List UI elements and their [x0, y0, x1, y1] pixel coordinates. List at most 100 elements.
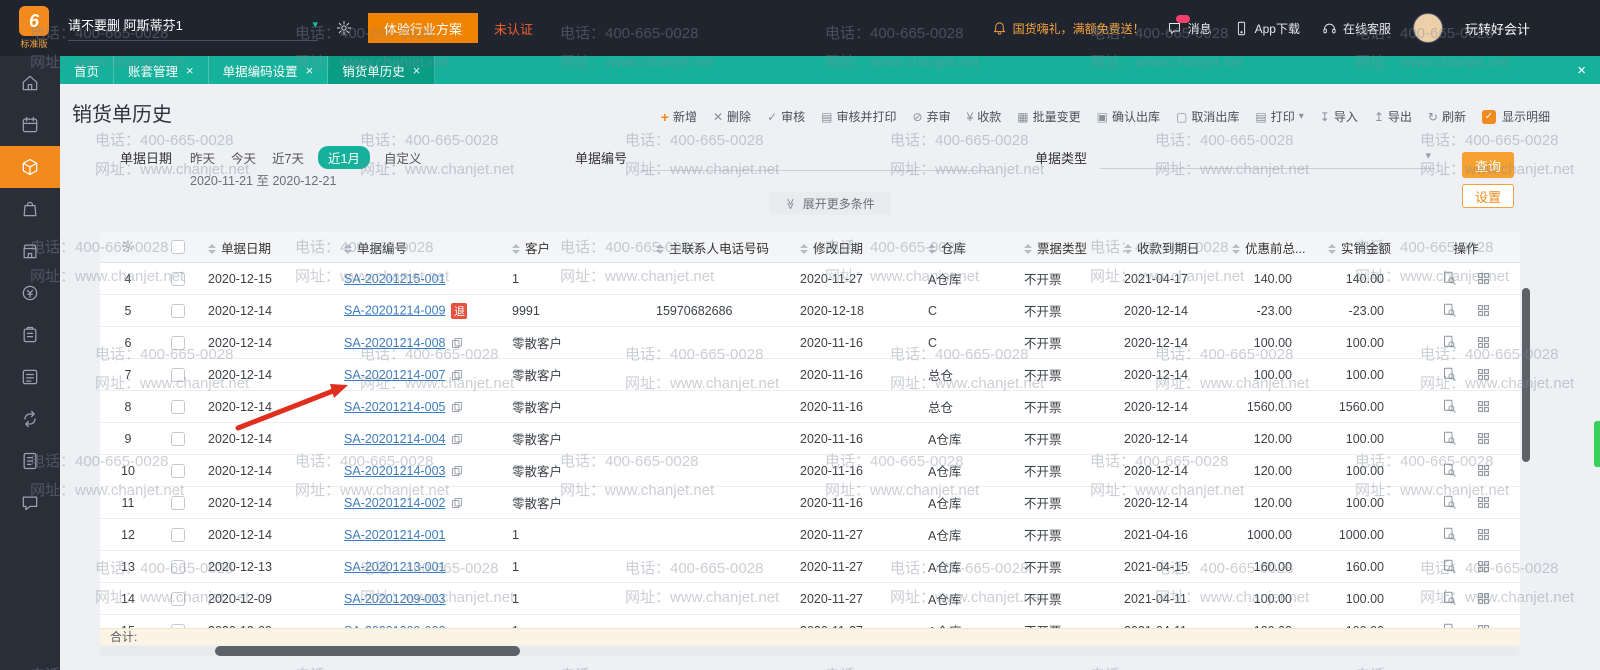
- order-code-link[interactable]: SA-20201214-009: [344, 303, 445, 317]
- sort-icon[interactable]: [512, 244, 520, 254]
- close-icon[interactable]: ×: [413, 63, 421, 78]
- table-row[interactable]: 9 2020-12-14 SA-20201214-004 零散客户 2020-1…: [100, 423, 1520, 455]
- row-checkbox[interactable]: [171, 272, 185, 286]
- row-checkbox[interactable]: [171, 400, 185, 414]
- sidebar-item-store[interactable]: [0, 230, 60, 272]
- vertical-scrollbar[interactable]: [1522, 232, 1530, 628]
- sidebar-item-purchase[interactable]: [0, 188, 60, 230]
- tab-account-books[interactable]: 账套管理×: [114, 56, 209, 84]
- export-button[interactable]: ↥导出: [1374, 108, 1412, 125]
- header-customer[interactable]: 客户: [504, 232, 648, 263]
- search-button[interactable]: 查询: [1462, 152, 1514, 178]
- date-option-yesterday[interactable]: 昨天: [190, 148, 215, 167]
- collect-payment-button[interactable]: ¥收款: [967, 108, 1002, 125]
- table-row[interactable]: 7 2020-12-14 SA-20201214-007 零散客户 2020-1…: [100, 359, 1520, 391]
- column-settings[interactable]: [100, 232, 156, 263]
- view-detail-icon[interactable]: [1442, 303, 1457, 318]
- audit-print-button[interactable]: ▤审核并打印: [821, 108, 896, 125]
- expand-more-button[interactable]: ≫ 展开更多条件: [769, 192, 891, 215]
- grid-view-icon[interactable]: [1477, 464, 1490, 477]
- header-due-date[interactable]: 收款到期日: [1116, 232, 1224, 263]
- header-contact-phone[interactable]: 主联系人电话号码: [648, 232, 792, 263]
- tab-home[interactable]: 首页: [60, 56, 114, 84]
- view-detail-icon[interactable]: [1442, 559, 1457, 574]
- cert-status[interactable]: 未认证: [494, 19, 533, 38]
- header-modified-date[interactable]: 修改日期: [792, 232, 920, 263]
- order-code-link[interactable]: SA-20201209-003: [344, 592, 445, 606]
- avatar[interactable]: [1413, 13, 1443, 43]
- sort-icon[interactable]: [1232, 244, 1240, 254]
- print-button[interactable]: ▤打印▾: [1255, 108, 1303, 125]
- table-row[interactable]: 15 2020-12-09 SA-20201209-002 1 2020-11-…: [100, 615, 1520, 629]
- grid-view-icon[interactable]: [1477, 496, 1490, 509]
- view-detail-icon[interactable]: [1442, 527, 1457, 542]
- view-detail-icon[interactable]: [1442, 335, 1457, 350]
- table-row[interactable]: 6 2020-12-14 SA-20201214-008 零散客户 2020-1…: [100, 327, 1520, 359]
- online-service-button[interactable]: 在线客服: [1322, 20, 1391, 37]
- grid-view-icon[interactable]: [1477, 336, 1490, 349]
- order-code-link[interactable]: SA-20201214-001: [344, 528, 445, 542]
- header-order-date[interactable]: 单据日期: [200, 232, 336, 263]
- table-row[interactable]: 13 2020-12-13 SA-20201213-001 1 2020-11-…: [100, 551, 1520, 583]
- table-row[interactable]: 12 2020-12-14 SA-20201214-001 1 2020-11-…: [100, 519, 1520, 551]
- show-detail-toggle[interactable]: ✓显示明细: [1482, 108, 1550, 125]
- header-order-code[interactable]: 单据编号: [336, 232, 504, 263]
- date-option-custom[interactable]: 自定义: [384, 148, 422, 167]
- close-icon[interactable]: ×: [306, 63, 314, 78]
- order-code-link[interactable]: SA-20201213-001: [344, 560, 445, 574]
- tab-sales-history[interactable]: 销货单历史×: [328, 56, 435, 84]
- order-code-link[interactable]: SA-20201214-004: [344, 432, 445, 446]
- order-type-select[interactable]: ▾: [1100, 144, 1435, 169]
- promo-banner[interactable]: 国货嗨礼，满额免费送！: [992, 20, 1145, 37]
- row-checkbox[interactable]: [171, 336, 185, 350]
- header-actual-amount[interactable]: 实销金额: [1320, 232, 1412, 263]
- row-checkbox[interactable]: [171, 432, 185, 446]
- sidebar-item-home[interactable]: [0, 62, 60, 104]
- batch-change-button[interactable]: ▦批量变更: [1017, 108, 1080, 125]
- close-icon[interactable]: ×: [186, 63, 194, 78]
- sidebar-item-report[interactable]: [0, 356, 60, 398]
- order-code-link[interactable]: SA-20201214-008: [344, 336, 445, 350]
- select-all-checkbox[interactable]: [171, 240, 185, 254]
- account-switcher[interactable]: 请不要删 阿斯蒂芬1 ▾: [68, 15, 318, 41]
- sidebar-item-clipboard[interactable]: [0, 314, 60, 356]
- audit-button[interactable]: ✓审核: [767, 108, 805, 125]
- row-checkbox[interactable]: [171, 592, 185, 606]
- refresh-button[interactable]: ↻刷新: [1428, 108, 1466, 125]
- header-pre-discount-total[interactable]: 优惠前总...: [1224, 232, 1320, 263]
- user-name[interactable]: 玩转好会计: [1465, 19, 1530, 38]
- sort-icon[interactable]: [344, 244, 352, 254]
- sidebar-item-chat[interactable]: [0, 482, 60, 524]
- sort-icon[interactable]: [1328, 244, 1336, 254]
- date-option-7days[interactable]: 近7天: [272, 148, 304, 167]
- view-detail-icon[interactable]: [1442, 431, 1457, 446]
- tab-code-settings[interactable]: 单据编码设置×: [209, 56, 329, 84]
- row-checkbox[interactable]: [171, 496, 185, 510]
- sidebar-item-finance[interactable]: [0, 272, 60, 314]
- row-checkbox[interactable]: [171, 464, 185, 478]
- settings-button[interactable]: 设置: [1462, 184, 1514, 208]
- table-row[interactable]: 14 2020-12-09 SA-20201209-003 1 2020-11-…: [100, 583, 1520, 615]
- sidebar-item-inventory[interactable]: [0, 146, 60, 188]
- gear-icon[interactable]: [336, 20, 352, 36]
- view-detail-icon[interactable]: [1442, 271, 1457, 286]
- grid-view-icon[interactable]: [1477, 304, 1490, 317]
- row-checkbox[interactable]: [171, 560, 185, 574]
- row-checkbox[interactable]: [171, 368, 185, 382]
- trial-plan-button[interactable]: 体验行业方案: [368, 13, 478, 43]
- import-button[interactable]: ↧导入: [1320, 108, 1358, 125]
- messages-button[interactable]: 消息: [1167, 20, 1212, 37]
- table-row[interactable]: 5 2020-12-14 SA-20201214-009退 9991 15970…: [100, 295, 1520, 327]
- order-code-link[interactable]: SA-20201214-003: [344, 464, 445, 478]
- sidebar-item-calendar[interactable]: [0, 104, 60, 146]
- grid-view-icon[interactable]: [1477, 432, 1490, 445]
- grid-view-icon[interactable]: [1477, 272, 1490, 285]
- view-detail-icon[interactable]: [1442, 495, 1457, 510]
- header-warehouse[interactable]: 仓库: [920, 232, 1016, 263]
- table-row[interactable]: 4 2020-12-15 SA-20201215-001 1 2020-11-2…: [100, 263, 1520, 295]
- app-download-button[interactable]: App下载: [1234, 20, 1300, 37]
- cancel-outbound-button[interactable]: ▢取消出库: [1176, 108, 1239, 125]
- unaudit-button[interactable]: ⊘弃审: [913, 108, 951, 125]
- row-checkbox[interactable]: [171, 304, 185, 318]
- table-row[interactable]: 11 2020-12-14 SA-20201214-002 零散客户 2020-…: [100, 487, 1520, 519]
